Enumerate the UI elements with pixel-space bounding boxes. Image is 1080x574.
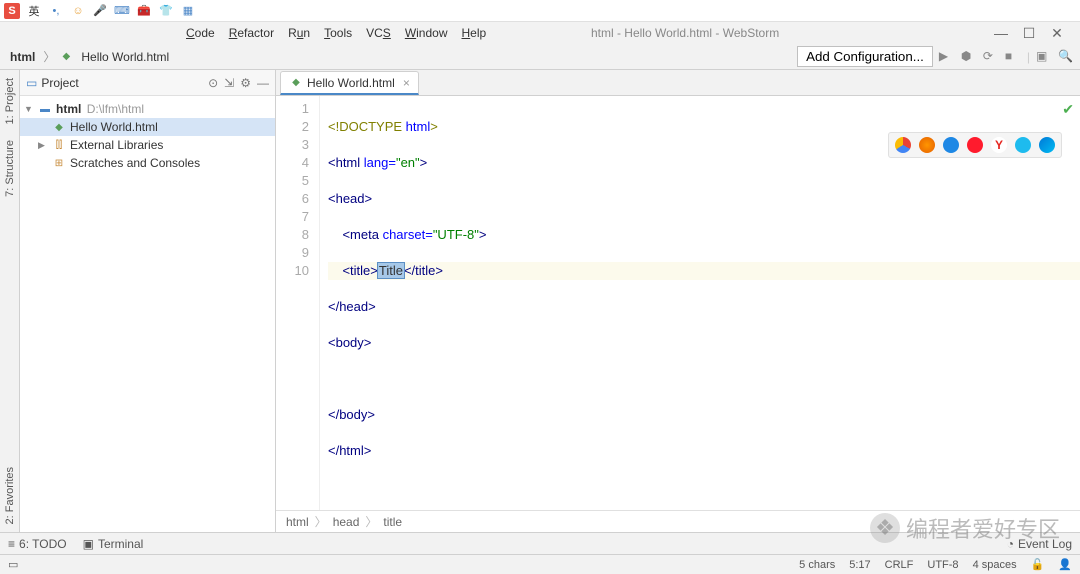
layout-icon[interactable]: ▣ [1036, 49, 1052, 65]
stop-icon[interactable]: ■ [1005, 49, 1021, 65]
side-tab-structure[interactable]: 7: Structure [2, 132, 18, 205]
status-indent[interactable]: 4 spaces [973, 559, 1017, 571]
menu-vcs[interactable]: VCS [360, 24, 397, 42]
chevron-right-icon: 〉 [315, 513, 327, 530]
editor-tab-hello-world[interactable]: ◆ Hello World.html × [280, 71, 419, 95]
html-file-icon: ◆ [59, 50, 73, 64]
ime-lang[interactable]: 英 [26, 3, 42, 19]
project-panel-header: ▭ Project ⊙ ⇲ ⚙ — [20, 70, 275, 96]
project-view-icon: ▭ [26, 76, 37, 90]
project-tree: ▼ ▬ html D:\lfm\html ◆ Hello World.html … [20, 96, 275, 176]
tree-root[interactable]: ▼ ▬ html D:\lfm\html [20, 100, 275, 118]
project-panel-title: Project [41, 76, 208, 90]
ime-s-icon: S [4, 3, 20, 19]
debug-icon[interactable]: ⬢ [961, 49, 977, 65]
menu-run[interactable]: Run [282, 24, 316, 42]
status-position[interactable]: 5:17 [849, 559, 870, 571]
html-file-icon: ◆ [289, 76, 303, 90]
expand-icon[interactable]: ⇲ [224, 76, 234, 90]
status-lock-icon[interactable]: 🔓 [1031, 558, 1045, 571]
folder-icon: ▬ [38, 102, 52, 116]
run-icon[interactable]: ▶ [939, 49, 955, 65]
ime-bar: S 英 •, ☺ 🎤 ⌨ 🧰 👕 ▦ [0, 0, 1080, 22]
firefox-icon[interactable] [919, 137, 935, 153]
event-log-tab[interactable]: ◔ Event Log [1007, 537, 1072, 551]
yandex-icon[interactable]: Y [991, 137, 1007, 153]
safari-icon[interactable] [943, 137, 959, 153]
html-file-icon: ◆ [52, 120, 66, 134]
tree-file-hello-world[interactable]: ◆ Hello World.html [20, 118, 275, 136]
navigation-bar: html 〉 ◆ Hello World.html Add Configurat… [0, 44, 1080, 70]
title-bar: Code Refactor Run Tools VCS Window Help … [0, 22, 1080, 44]
locate-icon[interactable]: ⊙ [208, 76, 218, 90]
breadcrumb-file[interactable]: Hello World.html [77, 48, 173, 66]
ime-mic-icon[interactable]: 🎤 [92, 3, 108, 19]
tree-external-libraries[interactable]: ▶ ⫿⫿ External Libraries [20, 136, 275, 154]
project-panel: ▭ Project ⊙ ⇲ ⚙ — ▼ ▬ html D:\lfm\html ◆… [20, 70, 276, 532]
side-tab-favorites[interactable]: 2: Favorites [2, 459, 18, 532]
add-configuration-button[interactable]: Add Configuration... [797, 46, 933, 67]
opera-icon[interactable] [967, 137, 983, 153]
chevron-down-icon[interactable]: ▼ [24, 104, 34, 114]
menu-tools[interactable]: Tools [318, 24, 358, 42]
ime-keyboard-icon[interactable]: ⌨ [114, 3, 130, 19]
menu-bar: Code Refactor Run Tools VCS Window Help [0, 24, 492, 42]
search-icon[interactable]: 🔍 [1058, 49, 1074, 65]
hide-icon[interactable]: — [257, 76, 269, 90]
tab-close-icon[interactable]: × [403, 76, 410, 90]
maximize-icon[interactable]: ☐ [1020, 24, 1038, 42]
crumb-head[interactable]: head [333, 515, 360, 529]
ime-toolbox-icon[interactable]: 🧰 [136, 3, 152, 19]
gutter: 12345 678910 [276, 96, 320, 510]
ime-shirt-icon[interactable]: 👕 [158, 3, 174, 19]
menu-refactor[interactable]: Refactor [223, 24, 280, 42]
todo-tab[interactable]: ≡ 6: TODO [8, 537, 67, 551]
bottom-tool-stripe: ≡ 6: TODO ▣ Terminal ◔ Event Log [0, 532, 1080, 554]
status-chars: 5 chars [799, 559, 835, 571]
breadcrumb-root[interactable]: html [6, 48, 39, 66]
editor: ◆ Hello World.html × ✔ 12345 678910 <!DO… [276, 70, 1080, 532]
status-icon[interactable]: ▭ [8, 558, 18, 571]
chevron-right-icon: 〉 [43, 48, 55, 65]
library-icon: ⫿⫿ [52, 138, 66, 152]
minimize-icon[interactable]: — [992, 24, 1010, 42]
edge-icon[interactable] [1039, 137, 1055, 153]
chevron-right-icon[interactable]: ▶ [38, 140, 48, 151]
window-controls: — ☐ ✕ [978, 24, 1080, 42]
menu-code[interactable]: Code [180, 24, 221, 42]
ime-smile-icon[interactable]: ☺ [70, 3, 86, 19]
menu-window[interactable]: Window [399, 24, 454, 42]
chrome-icon[interactable] [895, 137, 911, 153]
status-line-ending[interactable]: CRLF [885, 559, 914, 571]
menu-help[interactable]: Help [456, 24, 493, 42]
ie-icon[interactable] [1015, 137, 1031, 153]
terminal-tab[interactable]: ▣ Terminal [83, 537, 144, 551]
editor-breadcrumb: html 〉 head 〉 title [276, 510, 1080, 532]
side-tab-project[interactable]: 1: Project [2, 70, 18, 132]
code-content[interactable]: <!DOCTYPE html> <html lang="en"> <head> … [320, 96, 1080, 510]
editor-tab-label: Hello World.html [307, 76, 395, 90]
code-area[interactable]: ✔ 12345 678910 <!DOCTYPE html> <html lan… [276, 96, 1080, 510]
breadcrumb: html 〉 ◆ Hello World.html [6, 48, 173, 66]
crumb-title[interactable]: title [383, 515, 402, 529]
gear-icon[interactable]: ⚙ [240, 76, 251, 90]
ime-sep-icon: •, [48, 3, 64, 19]
status-bar: ▭ 5 chars 5:17 CRLF UTF-8 4 spaces 🔓 👤 [0, 554, 1080, 574]
tree-scratches[interactable]: ⊞ Scratches and Consoles [20, 154, 275, 172]
crumb-html[interactable]: html [286, 515, 309, 529]
status-inspector-icon[interactable]: 👤 [1058, 558, 1072, 571]
editor-tabs: ◆ Hello World.html × [276, 70, 1080, 96]
coverage-icon[interactable]: ⟳ [983, 49, 999, 65]
chevron-right-icon: 〉 [365, 513, 377, 530]
left-tool-stripe: 1: Project 7: Structure 2: Favorites [0, 70, 20, 532]
ime-grid-icon[interactable]: ▦ [180, 3, 196, 19]
close-icon[interactable]: ✕ [1048, 24, 1066, 42]
window-title: html - Hello World.html - WebStorm [492, 26, 978, 40]
scratch-icon: ⊞ [52, 156, 66, 170]
browser-preview-bar: Y [888, 132, 1062, 158]
status-encoding[interactable]: UTF-8 [927, 559, 958, 571]
